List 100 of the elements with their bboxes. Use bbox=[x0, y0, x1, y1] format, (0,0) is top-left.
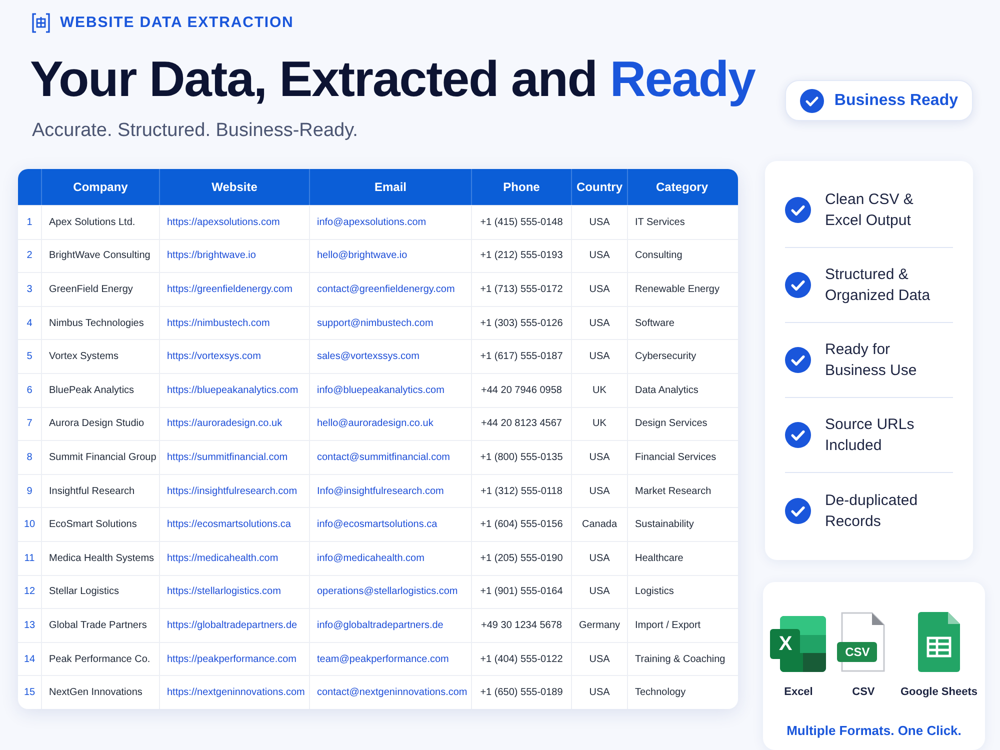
phone-cell: +44 20 8123 4567 bbox=[472, 408, 572, 440]
company-cell: Apex Solutions Ltd. bbox=[42, 206, 160, 239]
row-number: 10 bbox=[18, 508, 42, 541]
company-cell: GreenField Energy bbox=[42, 273, 160, 306]
row-number: 6 bbox=[18, 374, 42, 407]
feature-text: Clean CSV & Excel Output bbox=[825, 190, 914, 231]
email-link[interactable]: hello@brightwave.io bbox=[310, 240, 472, 272]
category-cell-text: Design Services bbox=[634, 417, 708, 432]
company-cell: Stellar Logistics bbox=[42, 576, 160, 608]
email-link[interactable]: info@bluepeakanalytics.com bbox=[310, 374, 472, 407]
row-number: 15 bbox=[18, 676, 42, 709]
country-cell: USA bbox=[572, 340, 628, 373]
website-link[interactable]: https://nextgeninnovations.com bbox=[160, 676, 310, 709]
country-cell: USA bbox=[572, 306, 628, 340]
row-number: 14 bbox=[18, 642, 42, 676]
country-cell: Canada bbox=[572, 508, 628, 541]
category-cell-text: Technology bbox=[634, 686, 687, 700]
table-icon bbox=[32, 13, 50, 34]
row-number: 12 bbox=[18, 576, 42, 608]
column-header: Country bbox=[572, 169, 628, 205]
email-link[interactable]: support@nimbustech.com bbox=[310, 306, 472, 340]
sheet-document-icon bbox=[918, 612, 960, 672]
row-number: 11 bbox=[18, 542, 42, 575]
website-link[interactable]: https://insightfulresearch.com bbox=[160, 474, 310, 508]
check-icon bbox=[785, 347, 811, 373]
check-icon bbox=[785, 272, 811, 298]
website-link[interactable]: https://vortexsys.com bbox=[160, 340, 310, 373]
country-cell: USA bbox=[572, 676, 628, 709]
headline: Your Data, Extracted and Ready bbox=[29, 50, 756, 108]
email-link[interactable]: contact@summitfinancial.com bbox=[310, 441, 472, 474]
website-link[interactable]: https://auroradesign.co.uk bbox=[160, 408, 310, 440]
email-link[interactable]: team@peakperformance.com bbox=[310, 642, 472, 676]
website-link[interactable]: https://peakperformance.com bbox=[160, 642, 310, 676]
company-cell: Peak Performance Co. bbox=[42, 642, 160, 676]
website-link[interactable]: https://brightwave.io bbox=[160, 240, 310, 272]
feature-text: De-duplicated Records bbox=[825, 490, 919, 532]
phone-cell: +1 (713) 555-0172 bbox=[472, 273, 572, 306]
country-cell: USA bbox=[572, 206, 628, 239]
country-cell: USA bbox=[572, 474, 628, 508]
website-link[interactable]: https://nimbustech.com bbox=[160, 306, 310, 340]
category-cell-text: Import / Export bbox=[634, 618, 702, 633]
country-cell: USA bbox=[572, 441, 628, 474]
phone-cell: +1 (617) 555-0187 bbox=[472, 340, 572, 373]
website-link[interactable]: https://globaltradepartners.de bbox=[160, 609, 310, 642]
country-cell: USA bbox=[572, 273, 628, 306]
formats-caption: Multiple Formats. One Click. bbox=[786, 722, 962, 740]
phone-cell: +1 (212) 555-0193 bbox=[472, 240, 572, 272]
website-link[interactable]: https://stellarlogistics.com bbox=[160, 576, 310, 608]
row-number: 9 bbox=[18, 474, 42, 508]
row-number: 7 bbox=[18, 408, 42, 440]
company-cell: Summit Financial Group bbox=[42, 441, 160, 474]
email-link[interactable]: info@apexsolutions.com bbox=[310, 206, 472, 239]
category-cell-text: Healthcare bbox=[634, 552, 684, 566]
row-number: 1 bbox=[18, 206, 42, 239]
website-link[interactable]: https://greenfieldenergy.com bbox=[160, 273, 310, 306]
category-cell-text: Financial Services bbox=[634, 450, 718, 465]
category-cell-text: Cybersecurity bbox=[634, 350, 698, 364]
email-link[interactable]: operations@stellarlogistics.com bbox=[310, 576, 472, 608]
phone-cell: +1 (800) 555-0135 bbox=[472, 441, 572, 474]
phone-cell: +49 30 1234 5678 bbox=[472, 609, 572, 642]
category-cell-text: Training & Coaching bbox=[634, 652, 726, 667]
phone-cell: +1 (415) 555-0148 bbox=[472, 206, 572, 239]
website-link[interactable]: https://ecosmartsolutions.ca bbox=[160, 508, 310, 541]
category-cell-text: Consulting bbox=[634, 249, 684, 264]
column-header: Phone bbox=[472, 169, 572, 205]
email-link[interactable]: info@ecosmartsolutions.ca bbox=[310, 508, 472, 541]
phone-cell: +1 (303) 555-0126 bbox=[472, 306, 572, 340]
phone-cell: +1 (404) 555-0122 bbox=[472, 642, 572, 676]
phone-cell: +1 (205) 555-0190 bbox=[472, 542, 572, 575]
category-cell-text: Sustainability bbox=[634, 518, 695, 532]
country-cell: Germany bbox=[572, 609, 628, 642]
website-link[interactable]: https://medicahealth.com bbox=[160, 542, 310, 575]
email-link[interactable]: Info@insightfulresearch.com bbox=[310, 474, 472, 508]
check-icon bbox=[785, 422, 811, 448]
company-cell: EcoSmart Solutions bbox=[42, 508, 160, 541]
email-link[interactable]: info@medicahealth.com bbox=[310, 542, 472, 575]
format-label: Google Sheets bbox=[900, 685, 978, 700]
country-cell: UK bbox=[572, 408, 628, 440]
website-link[interactable]: https://summitfinancial.com bbox=[160, 441, 310, 474]
column-header: Company bbox=[42, 169, 160, 205]
check-icon bbox=[785, 197, 811, 223]
category-cell-text: Renewable Energy bbox=[634, 282, 720, 297]
feature-text: Ready for Business Use bbox=[825, 340, 918, 381]
row-number: 5 bbox=[18, 340, 42, 373]
row-number: 3 bbox=[18, 273, 42, 306]
category-cell-text: Logistics bbox=[634, 585, 675, 600]
email-link[interactable]: contact@greenfieldenergy.com bbox=[310, 273, 472, 306]
email-link[interactable]: contact@nextgeninnovations.com bbox=[310, 676, 472, 709]
email-link[interactable]: info@globaltradepartners.de bbox=[310, 609, 472, 642]
check-icon bbox=[800, 88, 824, 112]
website-link[interactable]: https://apexsolutions.com bbox=[160, 206, 310, 239]
email-link[interactable]: hello@auroradesign.co.uk bbox=[310, 408, 472, 440]
company-cell: Medica Health Systems bbox=[42, 542, 160, 575]
website-link[interactable]: https://bluepeakanalytics.com bbox=[160, 374, 310, 407]
phone-cell: +1 (604) 555-0156 bbox=[472, 508, 572, 541]
country-cell: USA bbox=[572, 642, 628, 676]
email-link[interactable]: sales@vortexssys.com bbox=[310, 340, 472, 373]
phone-cell: +44 20 7946 0958 bbox=[472, 374, 572, 407]
feature-text: Source URLs Included bbox=[825, 415, 916, 456]
company-cell: Nimbus Technologies bbox=[42, 306, 160, 340]
